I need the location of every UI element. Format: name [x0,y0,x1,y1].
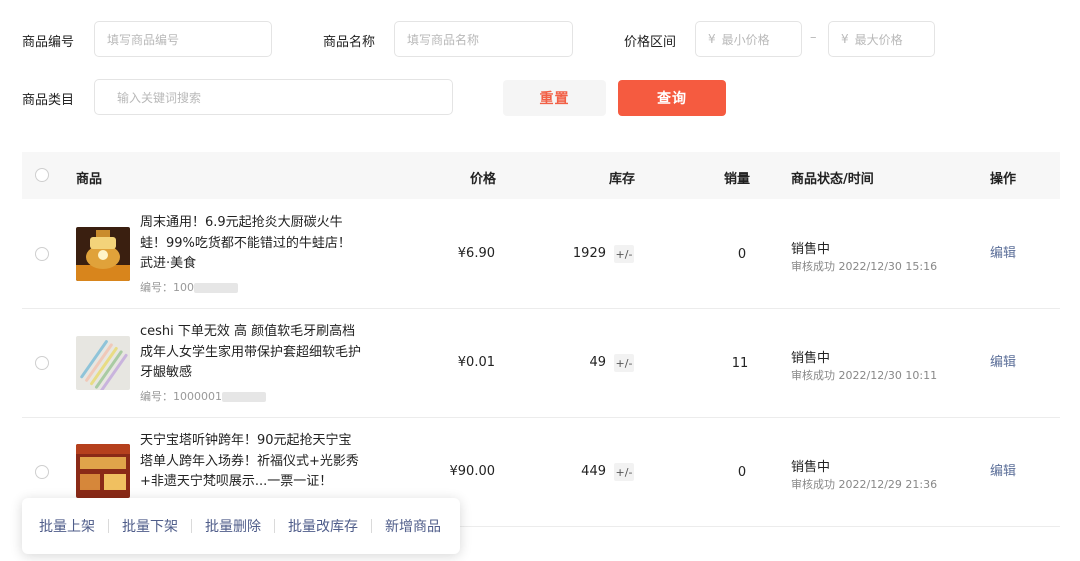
product-code: 编号：1000001 [140,388,266,404]
product-thumbnail [76,336,130,390]
product-sales: 0 [737,247,747,262]
product-status: 销售中 [791,460,831,475]
product-stock: 1929 [572,246,606,261]
product-name-placeholder: 填写商品名称 [407,32,480,47]
batch-delist-button[interactable]: 批量下架 [122,516,178,536]
product-stock: 449 [581,464,606,479]
range-separator: – [810,30,817,45]
masked-code [222,392,266,402]
currency-icon: ¥ [708,32,716,46]
batch-delete-button[interactable]: 批量删除 [205,516,261,536]
product-status: 销售中 [791,351,831,366]
product-code-label: 商品编号 [22,35,75,50]
max-price-placeholder: 最大价格 [854,32,903,47]
header-actions: 操作 [990,172,1017,187]
min-price-placeholder: 最小价格 [721,32,770,47]
product-title[interactable]: ceshi 下单无效 高 颜值软毛牙刷高档成年人女学生家用带保护套超细软毛护牙龈… [140,322,362,384]
product-price: ¥90.00 [449,464,496,479]
max-price-input[interactable]: ¥ 最大价格 [828,21,935,57]
product-thumbnail [76,444,130,498]
header-product: 商品 [76,172,103,187]
product-code-text: 编号：100 [140,281,194,294]
product-code-text: 编号：1000001 [140,390,222,403]
query-button[interactable]: 查询 [618,80,726,116]
product-code: 编号：100 [140,279,238,295]
table-header: 商品 价格 库存 销量 商品状态/时间 操作 [22,152,1060,199]
row-select-radio-icon[interactable] [35,247,49,261]
row-select-radio-icon[interactable] [35,465,49,479]
price-range-label: 价格区间 [624,35,677,50]
edit-link[interactable]: 编辑 [990,460,1016,479]
product-name-input[interactable]: 填写商品名称 [394,21,573,57]
header-stock: 库存 [609,172,636,187]
stock-edit-icon[interactable]: +/- [614,354,634,372]
separator [108,519,109,533]
product-stock: 49 [589,355,606,370]
product-price: ¥0.01 [457,355,495,370]
category-input[interactable]: 输入关键词搜索 [94,79,453,115]
currency-icon: ¥ [841,32,849,46]
product-name-label: 商品名称 [323,35,376,50]
row-divider [22,417,1060,418]
header-price: 价格 [470,172,497,187]
product-status: 销售中 [791,242,831,257]
header-status-time: 商品状态/时间 [791,172,874,187]
audit-time: 审核成功 2022/12/30 10:11 [791,369,938,382]
product-thumbnail [76,227,130,281]
stock-edit-icon[interactable]: +/- [614,245,634,263]
category-label: 商品类目 [22,93,75,108]
product-code-input[interactable]: 填写商品编号 [94,21,272,57]
product-title[interactable]: 周末通用！6.9元起抢炎大厨碳火牛蛙！99%吃货都不能错过的牛蛙店！武进·美食 [140,213,362,275]
add-product-button[interactable]: 新增商品 [385,516,441,536]
min-price-input[interactable]: ¥ 最小价格 [695,21,802,57]
product-title[interactable]: 天宁宝塔听钟跨年！90元起抢天宁宝塔单人跨年入场券！祈福仪式+光影秀+非遗天宁梵… [140,431,362,493]
select-all-radio-icon[interactable] [35,168,49,182]
audit-time: 审核成功 2022/12/30 15:16 [791,260,938,273]
product-code-placeholder: 填写商品编号 [107,32,180,47]
reset-button[interactable]: 重置 [503,80,606,116]
separator [191,519,192,533]
edit-link[interactable]: 编辑 [990,242,1016,261]
separator [371,519,372,533]
stock-edit-icon[interactable]: +/- [614,463,634,481]
category-placeholder: 输入关键词搜索 [117,90,202,105]
batch-edit-stock-button[interactable]: 批量改库存 [288,516,358,536]
batch-action-bar: 批量上架 批量下架 批量删除 批量改库存 新增商品 [22,498,460,554]
batch-list-button[interactable]: 批量上架 [39,516,95,536]
audit-time: 审核成功 2022/12/29 21:36 [791,478,938,491]
row-divider [22,308,1060,309]
separator [274,519,275,533]
header-sales: 销量 [724,172,751,187]
edit-link[interactable]: 编辑 [990,351,1016,370]
row-select-radio-icon[interactable] [35,356,49,370]
product-price: ¥6.90 [457,246,495,261]
product-sales: 11 [731,356,749,371]
product-sales: 0 [737,465,747,480]
masked-code [194,283,238,293]
